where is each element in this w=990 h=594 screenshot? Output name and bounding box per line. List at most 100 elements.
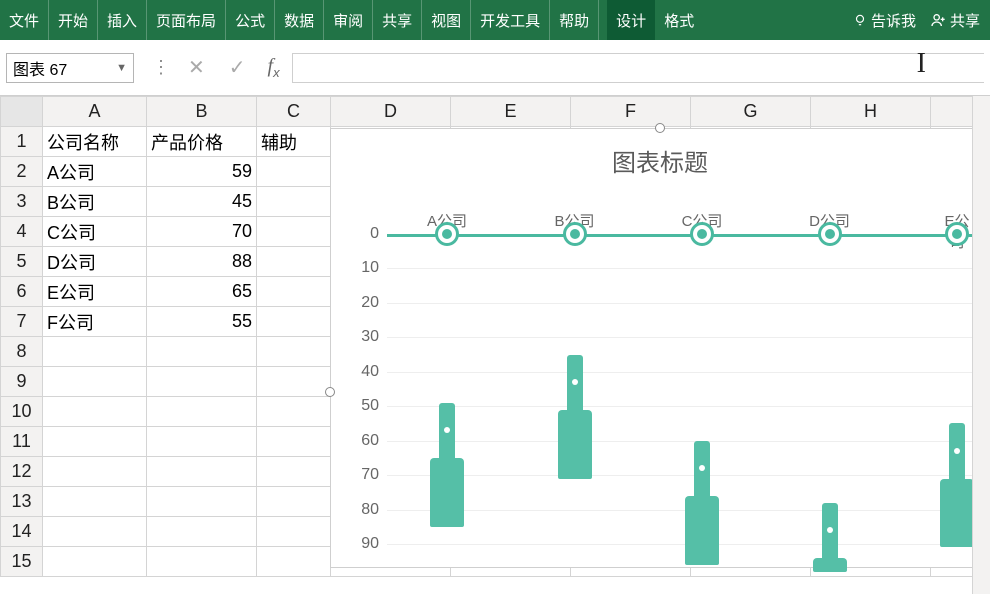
row-header[interactable]: 3 xyxy=(1,187,43,217)
cell[interactable] xyxy=(257,217,331,247)
row-header[interactable]: 14 xyxy=(1,517,43,547)
tellme-button[interactable]: 告诉我 xyxy=(853,10,916,31)
y-tick-label: 80 xyxy=(331,501,379,519)
col-header-G[interactable]: G xyxy=(691,97,811,127)
col-header-C[interactable]: C xyxy=(257,97,331,127)
worksheet-area: A B C D E F G H 1 公司名称 产品价格 辅助 2 A公司 59 … xyxy=(0,96,990,594)
col-header-H[interactable]: H xyxy=(811,97,931,127)
row-header[interactable]: 6 xyxy=(1,277,43,307)
data-marker-icon[interactable] xyxy=(690,222,714,246)
formula-enter-icon[interactable]: ✓ xyxy=(219,55,256,80)
cell[interactable] xyxy=(257,307,331,337)
y-tick-label: 0 xyxy=(331,225,379,243)
y-tick-label: 90 xyxy=(331,535,379,553)
tab-developer[interactable]: 开发工具 xyxy=(471,0,550,40)
col-header-B[interactable]: B xyxy=(147,97,257,127)
data-bar[interactable] xyxy=(558,355,592,479)
cell[interactable]: 65 xyxy=(147,277,257,307)
gridline xyxy=(387,303,989,304)
ribbon: 文件 开始 插入 页面布局 公式 数据 审阅 共享 视图 开发工具 帮助 设计 … xyxy=(0,0,990,40)
gridline xyxy=(387,337,989,338)
tab-share[interactable]: 共享 xyxy=(373,0,422,40)
chart-plot-area[interactable]: A公司B公司C公司D公司E公司 0102030405060708090 xyxy=(331,184,989,564)
gridline xyxy=(387,406,989,407)
fx-icon[interactable]: fx xyxy=(260,55,288,80)
row-header[interactable]: 13 xyxy=(1,487,43,517)
cell[interactable]: 88 xyxy=(147,247,257,277)
tab-review[interactable]: 审阅 xyxy=(324,0,373,40)
cell[interactable] xyxy=(257,247,331,277)
cell[interactable]: 59 xyxy=(147,157,257,187)
name-box-value: 图表 67 xyxy=(13,56,67,80)
row-header[interactable]: 15 xyxy=(1,547,43,577)
row-header[interactable]: 11 xyxy=(1,427,43,457)
tab-file[interactable]: 文件 xyxy=(0,0,49,40)
data-marker-icon[interactable] xyxy=(563,222,587,246)
y-tick-label: 50 xyxy=(331,397,379,415)
person-plus-icon xyxy=(930,12,946,28)
chart-title[interactable]: 图表标题 xyxy=(331,129,989,184)
cell[interactable]: C公司 xyxy=(43,217,147,247)
cell[interactable]: 55 xyxy=(147,307,257,337)
tab-home[interactable]: 开始 xyxy=(49,0,98,40)
cell[interactable]: F公司 xyxy=(43,307,147,337)
select-all-corner[interactable] xyxy=(1,97,43,127)
chevron-down-icon: ▼ xyxy=(116,62,127,74)
tab-formulas[interactable]: 公式 xyxy=(226,0,275,40)
col-header-D[interactable]: D xyxy=(331,97,451,127)
gridline xyxy=(387,372,989,373)
tab-chart-format[interactable]: 格式 xyxy=(655,0,703,40)
row-header[interactable]: 4 xyxy=(1,217,43,247)
row-header[interactable]: 2 xyxy=(1,157,43,187)
name-box[interactable]: 图表 67 ▼ xyxy=(6,53,134,83)
data-bar[interactable] xyxy=(940,423,974,547)
lightbulb-icon xyxy=(853,13,867,27)
tab-chart-design[interactable]: 设计 xyxy=(607,0,655,40)
resize-handle-icon[interactable] xyxy=(655,123,665,133)
row-header[interactable]: 9 xyxy=(1,367,43,397)
tab-help[interactable]: 帮助 xyxy=(550,0,599,40)
tab-pagelayout[interactable]: 页面布局 xyxy=(147,0,226,40)
tab-insert[interactable]: 插入 xyxy=(98,0,147,40)
col-header-A[interactable]: A xyxy=(43,97,147,127)
cell[interactable]: 70 xyxy=(147,217,257,247)
row-header[interactable]: 5 xyxy=(1,247,43,277)
cell[interactable] xyxy=(257,277,331,307)
chart-object[interactable]: 图表标题 A公司B公司C公司D公司E公司 0102030405060708090 xyxy=(330,128,990,568)
row-header[interactable]: 12 xyxy=(1,457,43,487)
share-label: 共享 xyxy=(950,10,980,31)
tab-view[interactable]: 视图 xyxy=(422,0,471,40)
share-button[interactable]: 共享 xyxy=(930,10,980,31)
col-header-E[interactable]: E xyxy=(451,97,571,127)
x-axis-line xyxy=(387,234,989,237)
y-tick-label: 20 xyxy=(331,294,379,312)
row-header[interactable]: 7 xyxy=(1,307,43,337)
cell[interactable]: 公司名称 xyxy=(43,127,147,157)
cell[interactable]: 产品价格 xyxy=(147,127,257,157)
tab-data[interactable]: 数据 xyxy=(275,0,324,40)
y-tick-label: 60 xyxy=(331,432,379,450)
cell[interactable]: 45 xyxy=(147,187,257,217)
row-header[interactable]: 10 xyxy=(1,397,43,427)
cell[interactable]: B公司 xyxy=(43,187,147,217)
formula-cancel-icon[interactable]: ✕ xyxy=(178,55,215,80)
cell[interactable] xyxy=(257,157,331,187)
data-bar[interactable] xyxy=(813,503,847,572)
data-bar[interactable] xyxy=(430,403,464,527)
row-header[interactable]: 8 xyxy=(1,337,43,367)
cell[interactable] xyxy=(257,187,331,217)
data-marker-icon[interactable] xyxy=(945,222,969,246)
data-marker-icon[interactable] xyxy=(818,222,842,246)
cell[interactable]: E公司 xyxy=(43,277,147,307)
vertical-scrollbar[interactable] xyxy=(972,96,990,594)
formula-input[interactable] xyxy=(292,53,984,83)
col-header-F[interactable]: F xyxy=(571,97,691,127)
cell[interactable]: D公司 xyxy=(43,247,147,277)
menu-dots-icon[interactable]: ⋮ xyxy=(148,57,174,78)
cell[interactable]: 辅助 xyxy=(257,127,331,157)
data-marker-icon[interactable] xyxy=(435,222,459,246)
cell[interactable]: A公司 xyxy=(43,157,147,187)
data-bar[interactable] xyxy=(685,441,719,565)
row-header[interactable]: 1 xyxy=(1,127,43,157)
y-tick-label: 40 xyxy=(331,363,379,381)
